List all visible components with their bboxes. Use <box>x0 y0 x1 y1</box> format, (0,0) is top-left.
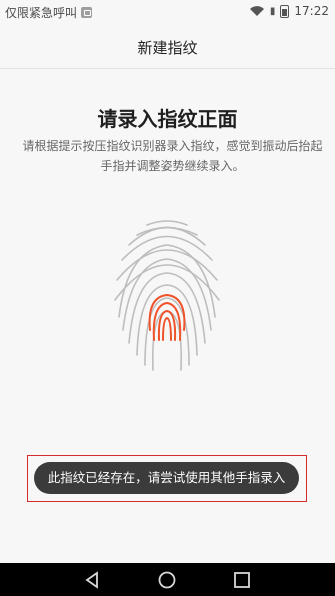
battery-icon <box>280 4 290 18</box>
wifi-icon <box>249 6 264 16</box>
toast-highlight: 此指纹已经存在，请尝试使用其他手指录入 <box>27 455 307 502</box>
recents-icon[interactable] <box>232 570 252 590</box>
back-icon[interactable] <box>82 570 102 590</box>
navigation-bar <box>0 563 335 596</box>
carrier-text: 仅限紧急呼叫 <box>5 6 78 20</box>
home-icon[interactable] <box>157 570 177 590</box>
duplicate-fingerprint-toast: 此指纹已经存在，请尝试使用其他手指录入 <box>34 462 299 494</box>
status-bar: 仅限紧急呼叫 ▮ 17:22 <box>0 0 335 24</box>
enroll-heading: 请录入指纹正面 <box>97 107 238 131</box>
page-title: 新建指纹 <box>137 39 198 57</box>
status-right: ▮ 17:22 <box>249 4 329 18</box>
sim-icon: ▮ <box>269 5 276 17</box>
clock: 17:22 <box>294 4 329 18</box>
title-bar: 新建指纹 <box>0 24 335 69</box>
fingerprint-icon <box>114 220 220 371</box>
status-left: 仅限紧急呼叫 <box>5 4 93 21</box>
message-icon <box>81 7 93 18</box>
enroll-instruction: 请根据提示按压指纹识别器录入指纹，感觉到振动后抬起手指并调整姿势继续录入。 <box>22 139 323 173</box>
